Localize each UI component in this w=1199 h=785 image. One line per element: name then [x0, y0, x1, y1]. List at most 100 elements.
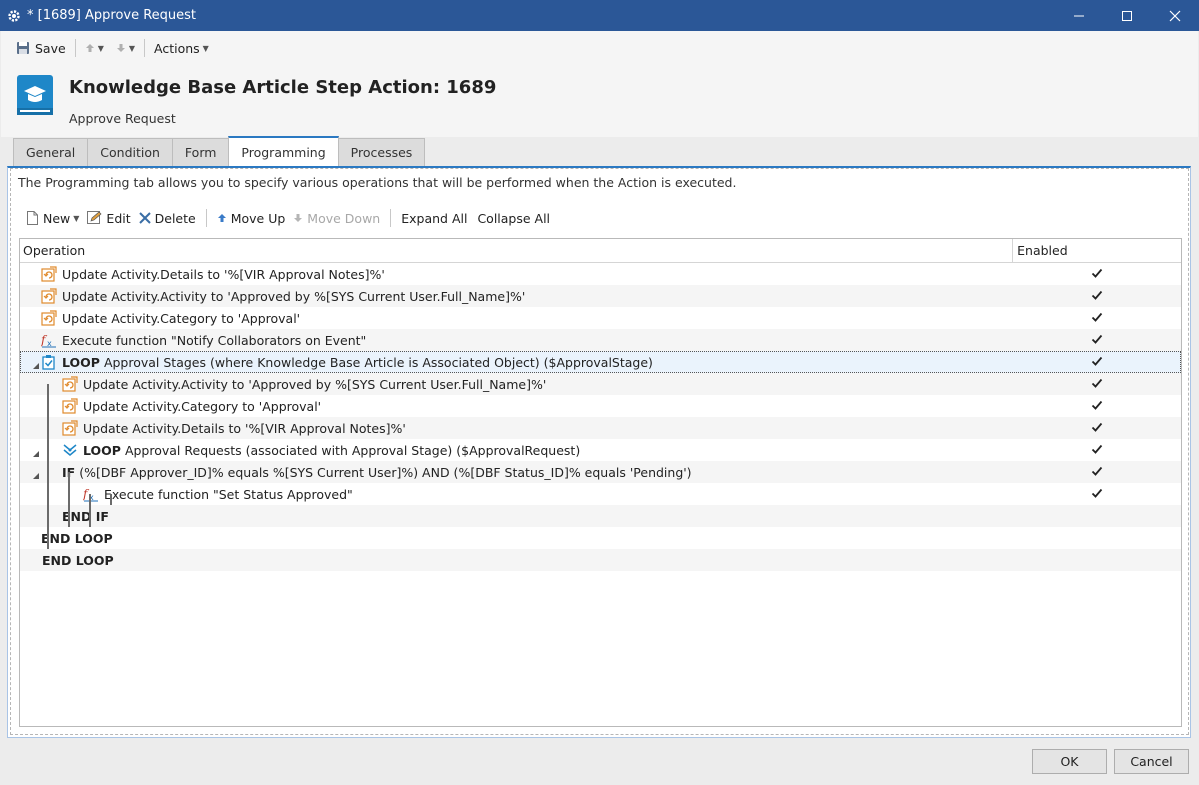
arrow-down-icon	[294, 214, 303, 222]
tab-programming[interactable]: Programming	[228, 136, 339, 166]
table-row[interactable]: LOOP Approval Requests (associated with A…	[20, 439, 1181, 461]
operation-text: Execute function "Notify Collaborators o…	[62, 332, 367, 348]
knowledge-base-icon	[17, 75, 53, 115]
cancel-button[interactable]: Cancel	[1114, 749, 1189, 774]
operation-keyword: LOOP	[83, 442, 121, 458]
close-button[interactable]	[1151, 0, 1199, 31]
move-down-button[interactable]: Move Down	[289, 207, 384, 229]
table-row[interactable]: END LOOP	[20, 549, 1181, 571]
save-button[interactable]: Save	[13, 37, 69, 59]
collapse-icon[interactable]	[32, 468, 40, 479]
enabled-check-icon[interactable]	[1090, 266, 1104, 280]
delete-label: Delete	[154, 210, 196, 226]
enabled-check-icon[interactable]	[1090, 354, 1104, 368]
operation-keyword: END LOOP	[42, 552, 114, 568]
operation-text: Approval Stages (where Knowledge Base Ar…	[103, 354, 653, 370]
minimize-button[interactable]	[1055, 0, 1103, 31]
chevron-down-icon: ▼	[73, 213, 80, 223]
operation-text: Update Activity.Category to 'Approval'	[83, 398, 322, 414]
enabled-check-icon[interactable]	[1090, 398, 1104, 412]
enabled-check-icon[interactable]	[1090, 442, 1104, 456]
actions-menu[interactable]: Actions ▼	[151, 37, 212, 59]
update-icon	[62, 398, 78, 414]
tab-form[interactable]: Form	[171, 138, 230, 166]
gear-icon[interactable]	[7, 9, 21, 23]
save-icon	[17, 42, 29, 54]
enabled-check-icon[interactable]	[1090, 420, 1104, 434]
table-row[interactable]: IF(%[DBF Approver_ID]% equals %[SYS Curr…	[20, 461, 1181, 483]
operation-text: Update Activity.Activity to 'Approved by…	[62, 288, 526, 304]
tab-strip: General Condition Form Programming Proce…	[13, 136, 426, 166]
update-icon	[41, 310, 57, 326]
move-record-down-button[interactable]: ▼	[113, 37, 138, 59]
programming-panel: The Programming tab allows you to specif…	[7, 166, 1191, 738]
table-row[interactable]: Update Activity.Details to '%[VIR Approv…	[20, 417, 1181, 439]
enabled-check-icon[interactable]	[1090, 486, 1104, 500]
tab-general[interactable]: General	[13, 138, 89, 166]
table-row[interactable]: LOOP Approval Stages (where Knowledge Bas…	[20, 351, 1181, 373]
operation-cell: LOOP Approval Stages (where Knowledge Bas…	[41, 351, 653, 373]
edit-button[interactable]: Edit	[83, 207, 134, 229]
chevron-down-icon: ▼	[128, 43, 135, 53]
close-icon	[1169, 10, 1181, 21]
grid-header: Operation Enabled	[20, 239, 1181, 263]
move-record-up-button[interactable]: ▼	[82, 37, 107, 59]
grid-body: Update Activity.Details to '%[VIR Approv…	[20, 263, 1181, 571]
update-icon	[41, 288, 57, 304]
enabled-check-icon[interactable]	[1090, 376, 1104, 390]
operation-cell: Update Activity.Details to '%[VIR Approv…	[62, 417, 406, 439]
operation-cell: Update Activity.Activity to 'Approved by…	[62, 373, 546, 395]
delete-icon	[138, 212, 151, 224]
operation-text: Approval Requests (associated with Appro…	[124, 442, 581, 458]
operation-cell: Update Activity.Category to 'Approval'	[41, 307, 300, 329]
maximize-button[interactable]	[1103, 0, 1151, 31]
table-row[interactable]: Update Activity.Details to '%[VIR Approv…	[20, 263, 1181, 285]
table-row[interactable]: END IF	[20, 505, 1181, 527]
tree-guide-line	[110, 494, 112, 505]
delete-button[interactable]: Delete	[135, 207, 200, 229]
table-row[interactable]: Update Activity.Activity to 'Approved by…	[20, 373, 1181, 395]
table-row[interactable]: END LOOP	[20, 527, 1181, 549]
enabled-check-icon[interactable]	[1090, 310, 1104, 324]
column-header-enabled[interactable]: Enabled	[1013, 239, 1181, 262]
operation-cell: END LOOP	[42, 549, 114, 571]
enabled-check-icon[interactable]	[1090, 332, 1104, 346]
arrow-up-icon	[217, 214, 226, 222]
operation-cell: Update Activity.Activity to 'Approved by…	[41, 285, 525, 307]
operation-cell: IF(%[DBF Approver_ID]% equals %[SYS Curr…	[62, 461, 692, 483]
arrow-up-icon	[85, 44, 94, 52]
operation-cell: LOOP Approval Requests (associated with A…	[62, 439, 580, 461]
minimize-icon	[1074, 15, 1084, 16]
operation-cell: END LOOP	[41, 527, 113, 549]
tree-guide-line	[89, 494, 91, 527]
table-row[interactable]: Update Activity.Category to 'Approval'	[20, 307, 1181, 329]
collapse-icon[interactable]	[32, 446, 40, 457]
collapse-all-button[interactable]: Collapse All	[473, 207, 554, 229]
table-row[interactable]: f x Execute function "Set Status Approved"	[20, 483, 1181, 505]
record-header: Knowledge Base Article Step Action: 1689…	[1, 65, 1198, 137]
move-up-button[interactable]: Move Up	[213, 207, 290, 229]
edit-icon	[87, 211, 102, 224]
table-row[interactable]: Update Activity.Activity to 'Approved by…	[20, 285, 1181, 307]
tab-processes[interactable]: Processes	[337, 138, 426, 166]
collapse-all-label: Collapse All	[477, 210, 551, 226]
loop-requests-icon	[62, 442, 78, 458]
operations-grid: Operation Enabled Update Activity.Detail…	[19, 238, 1182, 727]
toolbar-divider	[390, 209, 392, 227]
column-header-operation[interactable]: Operation	[20, 239, 1014, 262]
chevron-down-icon: ▼	[97, 43, 104, 53]
edit-label: Edit	[106, 210, 131, 226]
ok-button[interactable]: OK	[1032, 749, 1107, 774]
enabled-check-icon[interactable]	[1090, 464, 1104, 478]
tab-condition[interactable]: Condition	[87, 138, 173, 166]
table-row[interactable]: f x Execute function "Notify Collaborators…	[20, 329, 1181, 351]
new-button[interactable]: New ▼	[22, 207, 83, 229]
expand-all-button[interactable]: Expand All	[397, 207, 471, 229]
operation-cell: f x Execute function "Set Status Approved"	[83, 483, 353, 505]
collapse-icon[interactable]	[32, 358, 40, 369]
operation-cell: f x Execute function "Notify Collaborators…	[41, 329, 366, 351]
operation-text: Update Activity.Category to 'Approval'	[62, 310, 301, 326]
enabled-check-icon[interactable]	[1090, 288, 1104, 302]
operation-cell: Update Activity.Category to 'Approval'	[62, 395, 321, 417]
table-row[interactable]: Update Activity.Category to 'Approval'	[20, 395, 1181, 417]
